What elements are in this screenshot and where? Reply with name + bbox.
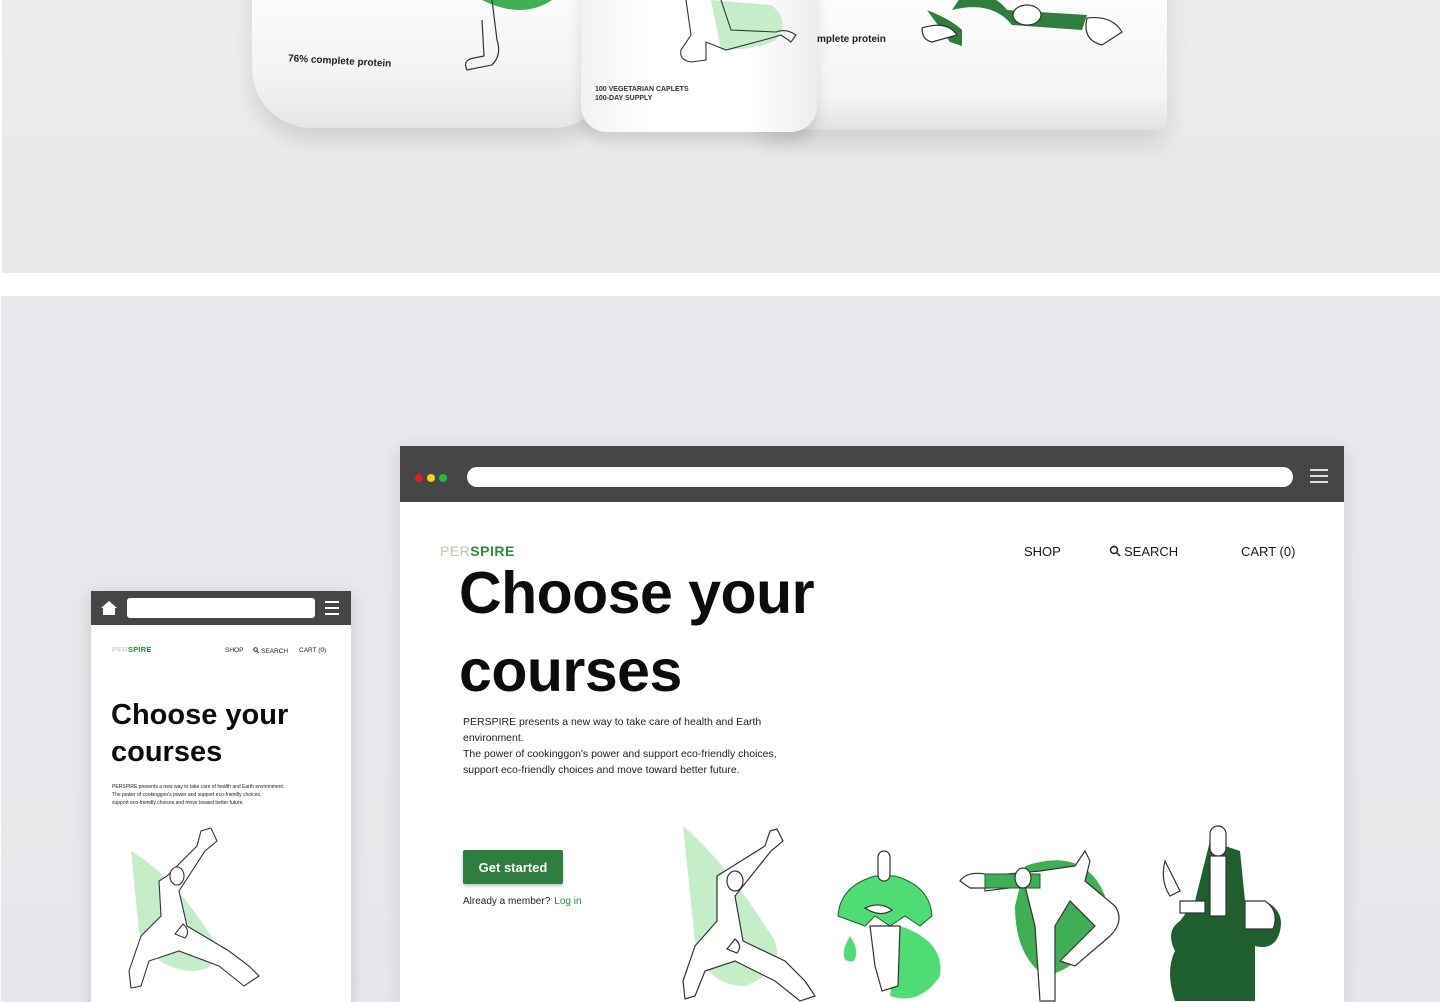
stretching-figure-illustration (682, 826, 816, 1002)
mobile-hero-title-line2: courses (111, 736, 223, 768)
hamburger-menu-icon[interactable] (325, 601, 339, 615)
mobile-hero-description: PERSPIRE presents a new way to take care… (112, 783, 312, 807)
mobile-nav-cart[interactable]: CART (0) (299, 647, 326, 654)
hero-title: Choose your courses (459, 554, 815, 710)
kicking-figure-illustration (959, 849, 1120, 1002)
meditating-figure-illustration (837, 850, 941, 999)
hero-title-line2: courses (459, 638, 682, 704)
mobile-stretching-figure-illustration (128, 827, 260, 989)
bag-label: mplete protein (817, 34, 886, 45)
browser-toolbar (400, 446, 1344, 502)
jar-label-supply: 100-DAY SUPPLY (595, 95, 653, 102)
mobile-nav-shop[interactable]: SHOP (225, 647, 243, 654)
search-icon (253, 647, 260, 654)
window-close-dot[interactable] (415, 474, 423, 482)
protein-bag: mplete protein (762, 0, 1167, 130)
search-icon (1109, 545, 1121, 557)
mobile-toolbar (91, 591, 351, 625)
mobile-logo-part-spire: SPIRE (128, 645, 152, 654)
nav-cart-link[interactable]: CART (0) (1241, 544, 1295, 559)
home-icon[interactable] (100, 600, 118, 616)
hamburger-menu-icon[interactable] (1310, 469, 1328, 483)
mobile-description-line1: PERSPIRE presents a new way to take care… (112, 784, 285, 790)
jar-label-caplets: 100 VEGETARIAN CAPLETS (595, 86, 689, 93)
protein-pouch: 76% complete protein (252, 0, 612, 128)
nav-search-label: SEARCH (1124, 544, 1179, 559)
mobile-logo-part-per: PER (112, 645, 129, 654)
desktop-browser-window: PERSPIRE SHOP SEARCH CART (0) Choose you… (400, 446, 1344, 1002)
bag-illustration (921, 0, 1123, 46)
hero-description: PERSPIRE presents a new way to take care… (463, 714, 823, 778)
mobile-description-line2: The power of cookinggon's power and supp… (112, 792, 262, 798)
mobile-site-logo[interactable]: PERSPIRE (112, 645, 152, 654)
hero-description-line1: PERSPIRE presents a new way to take care… (463, 716, 762, 744)
mobile-hero-title: Choose your courses (111, 697, 288, 771)
product-packaging-photo: 76% complete protein mplete protein 100 … (2, 0, 1440, 273)
jar-illustration (680, 0, 797, 63)
mobile-nav-search[interactable]: SEARCH (253, 647, 288, 655)
mobile-browser-window: PERSPIRE SHOP SEARCH CART (0) Choose you… (91, 591, 351, 1002)
member-login-row: Already a member? Log in (463, 896, 582, 907)
hero-title-line1: Choose your (459, 560, 815, 626)
login-link[interactable]: Log in (554, 896, 581, 907)
nav-search-link[interactable]: SEARCH (1109, 544, 1178, 559)
get-started-button[interactable]: Get started (463, 850, 563, 884)
responsive-mockup-scene: PERSPIRE SHOP SEARCH CART (0) Choose you… (1, 296, 1440, 1002)
mobile-address-bar[interactable] (127, 598, 315, 618)
window-minimize-dot[interactable] (427, 474, 435, 482)
hero-description-line3: support eco-friendly choices and move to… (463, 764, 740, 776)
inverted-figure-illustration (1162, 825, 1281, 1001)
caplets-jar: 100 VEGETARIAN CAPLETS 100-DAY SUPPLY (581, 0, 817, 132)
mobile-nav-search-label: SEARCH (261, 648, 289, 655)
address-bar[interactable] (467, 467, 1293, 487)
nav-shop-link[interactable]: SHOP (1024, 544, 1061, 559)
member-prompt: Already a member? (463, 896, 551, 907)
mobile-hero-title-line1: Choose your (111, 699, 289, 731)
hero-description-line2: The power of cookinggon's power and supp… (463, 748, 777, 760)
window-maximize-dot[interactable] (439, 474, 447, 482)
mobile-description-line3: support eco-friendly choices and move to… (112, 800, 244, 806)
